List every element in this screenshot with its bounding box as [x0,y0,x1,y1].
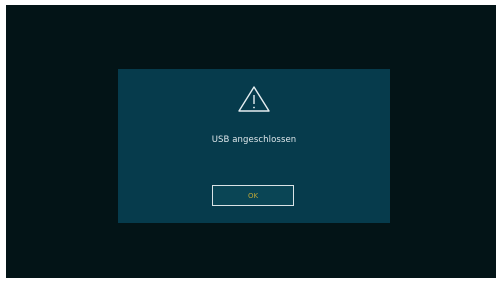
warning-triangle-icon [238,86,270,112]
ok-button[interactable]: OK [212,185,294,206]
usb-notification-dialog: USB angeschlossen OK [118,69,390,223]
dialog-message: USB angeschlossen [211,135,297,145]
tv-screen: USB angeschlossen OK [6,5,496,278]
